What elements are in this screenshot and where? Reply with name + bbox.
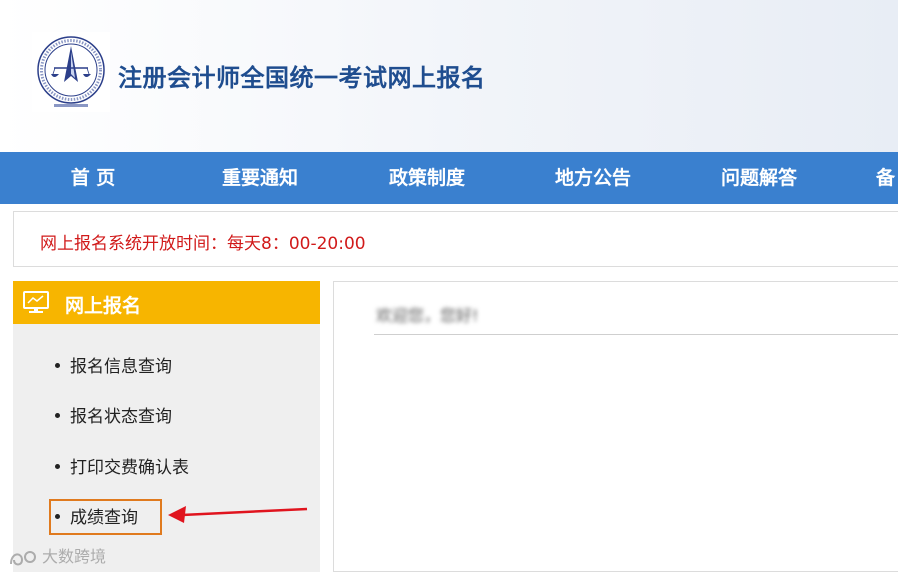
bullet-icon (55, 362, 60, 368)
sidebar-title: 网上报名 (65, 295, 142, 317)
nav-item-more[interactable]: 备 (876, 152, 898, 204)
nav-item-local-announcements[interactable]: 地方公告 (543, 152, 643, 204)
site-title: 注册会计师全国统一考试网上报名 (118, 64, 486, 92)
divider (374, 334, 898, 335)
watermark: 大数跨境 (8, 543, 106, 568)
bullet-icon (55, 412, 60, 418)
watermark-logo-icon (10, 550, 36, 565)
nav-item-important-notices[interactable]: 重要通知 (210, 152, 310, 204)
notice-text: 网上报名系统开放时间：每天8：00-20:00 (40, 234, 366, 254)
sidebar-item-label: 报名信息查询 (70, 357, 172, 377)
annotation-arrow-icon (168, 506, 308, 523)
nav-item-policies[interactable]: 政策制度 (377, 152, 477, 204)
main-nav: 首 页 重要通知 政策制度 地方公告 问题解答 备 (0, 152, 898, 204)
highlight-box (49, 499, 162, 535)
sidebar-header: 网上报名 (13, 281, 320, 324)
sidebar-item-registration-status[interactable]: 报名状态查询 (55, 402, 172, 427)
cicpa-logo-icon (32, 32, 110, 112)
sidebar-item-label: 报名状态查询 (70, 407, 172, 427)
main-content: 欢迎您，您好! (333, 281, 898, 572)
site-header: 注册会计师全国统一考试网上报名 (0, 0, 898, 152)
notice-banner: 网上报名系统开放时间：每天8：00-20:00 (13, 211, 898, 267)
sidebar-item-label: 打印交费确认表 (70, 458, 189, 478)
nav-item-faq[interactable]: 问题解答 (709, 152, 809, 204)
sidebar-item-print-payment-form[interactable]: 打印交费确认表 (55, 453, 189, 478)
bullet-icon (55, 463, 60, 469)
nav-item-home[interactable]: 首 页 (45, 152, 141, 204)
monitor-icon (23, 291, 49, 313)
watermark-text: 大数跨境 (42, 547, 107, 566)
welcome-greeting: 欢迎您，您好! (376, 306, 479, 325)
sidebar-item-registration-info[interactable]: 报名信息查询 (55, 352, 172, 377)
